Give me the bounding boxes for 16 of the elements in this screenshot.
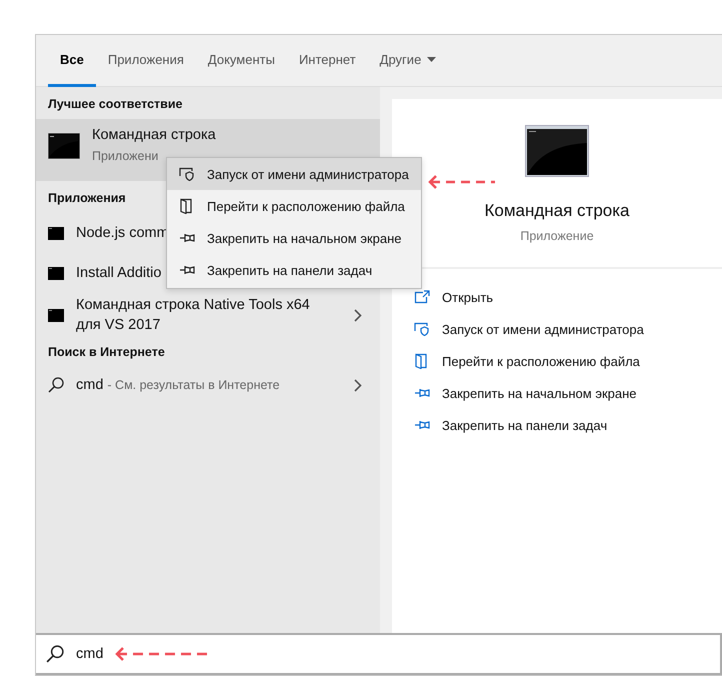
action-label: Закрепить на панели задач (442, 418, 608, 432)
preview-title: Командная строка (484, 201, 630, 221)
preview-type: Приложение (520, 229, 594, 243)
app-title: Командная строка (92, 127, 216, 143)
app-name: Командная строка Native Tools x64 для VS 2017 (76, 296, 311, 335)
action-label: Перейти к расположению файла (442, 354, 640, 368)
query-text: cmd (76, 377, 104, 393)
section-heading: Поиск в Интернете (47, 345, 166, 359)
section-heading: Лучшее соответствие (47, 97, 184, 111)
action-label: Запуск от имени администратора (442, 322, 644, 336)
app-name: Install Additio (76, 264, 162, 283)
action-label: Открыть (442, 290, 494, 304)
app-type: Приложени (92, 149, 160, 163)
web-hint: - См. результаты в Интернете (107, 378, 280, 392)
action-label: Закрепить на начальном экране (442, 386, 637, 400)
section-heading: Приложения (47, 191, 127, 205)
